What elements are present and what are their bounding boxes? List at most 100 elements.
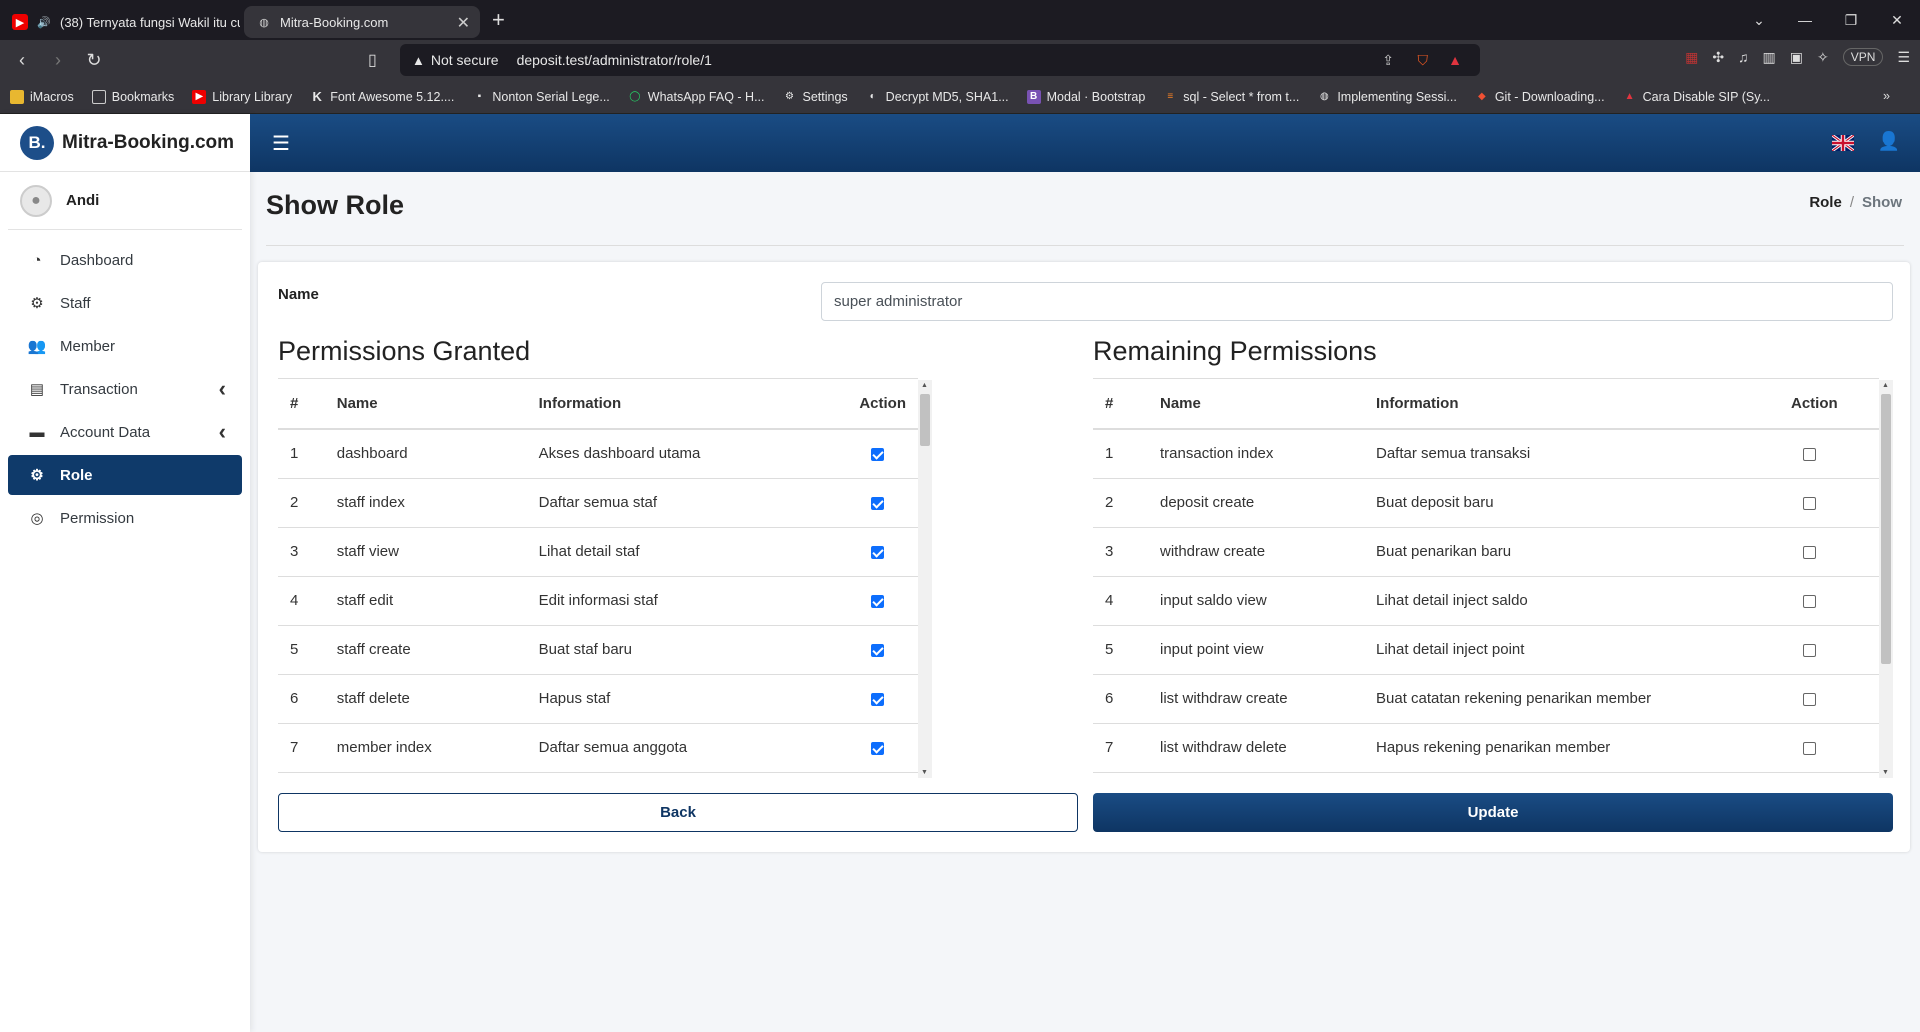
- scroll-down-icon[interactable]: ▼: [1882, 769, 1889, 776]
- permission-checkbox[interactable]: [871, 741, 885, 755]
- permission-checkbox[interactable]: [1803, 496, 1816, 510]
- browser-tab-mitra[interactable]: ◍ Mitra-Booking.com ✕: [244, 6, 480, 38]
- cell-no: 4: [278, 576, 325, 626]
- bookmark-item[interactable]: ▲ Cara Disable SIP (Sy...: [1623, 90, 1770, 104]
- bookmark-item[interactable]: ◆ Git - Downloading...: [1475, 90, 1605, 104]
- permission-checkbox[interactable]: [871, 643, 885, 657]
- remaining-table-wrapper[interactable]: # Name Information Action 1 transaction i…: [1093, 378, 1879, 776]
- sidebar-item-label: Dashboard: [60, 251, 134, 269]
- share-icon[interactable]: ⇪: [1382, 52, 1394, 69]
- brand-name: Mitra-Booking.com: [62, 131, 235, 153]
- permission-checkbox[interactable]: [1803, 741, 1816, 755]
- sidebar-item-dashboard[interactable]: ◔ Dashboard: [8, 240, 242, 280]
- bookmark-item[interactable]: ⚙ Settings: [783, 90, 848, 104]
- scroll-thumb[interactable]: [1881, 394, 1891, 664]
- close-tab-icon[interactable]: ✕: [457, 13, 470, 33]
- permission-checkbox[interactable]: [871, 692, 885, 706]
- bookmark-item[interactable]: Bookmarks: [91, 89, 174, 104]
- reload-icon[interactable]: ↻: [80, 50, 108, 71]
- scroll-up-icon[interactable]: ▲: [921, 382, 928, 389]
- bookmark-item[interactable]: ▶ Library Library: [192, 89, 292, 104]
- leo-icon[interactable]: ✧: [1817, 49, 1829, 66]
- minimize-icon[interactable]: —: [1782, 12, 1828, 28]
- cell-info: Hapus staf: [526, 674, 848, 724]
- sidebar-item-transaction[interactable]: ▤ Transaction ‹: [8, 369, 242, 409]
- granted-scrollbar[interactable]: ▲ ▼: [918, 380, 932, 778]
- permission-checkbox[interactable]: [871, 594, 885, 608]
- scroll-down-icon[interactable]: ▼: [921, 769, 928, 776]
- brave-rewards-icon[interactable]: ▲: [1448, 52, 1462, 68]
- table-row: 4 input saldo view Lihat detail inject sal…: [1093, 576, 1879, 626]
- permission-checkbox[interactable]: [871, 496, 885, 510]
- wallet-icon[interactable]: ▣: [1790, 49, 1803, 66]
- music-icon[interactable]: ♫: [1738, 49, 1749, 65]
- bookmark-item[interactable]: K Font Awesome 5.12....: [310, 89, 454, 104]
- remaining-scrollbar[interactable]: ▲ ▼: [1879, 380, 1893, 778]
- permission-checkbox[interactable]: [871, 447, 885, 461]
- forward-arrow-icon[interactable]: ›: [44, 50, 72, 71]
- brave-shield-icon[interactable]: ⛉: [1418, 52, 1429, 69]
- cell-name: staff edit: [324, 576, 527, 626]
- bookmark-item[interactable]: ▪ Nonton Serial Lege...: [472, 90, 610, 104]
- extension-icon[interactable]: ▦: [1685, 49, 1698, 66]
- security-label[interactable]: Not secure: [431, 52, 499, 68]
- bookmark-item[interactable]: B Modal · Bootstrap: [1026, 89, 1145, 104]
- granted-table-wrapper[interactable]: # Name Information Action 1 dashboard Akse…: [278, 378, 918, 776]
- table-row: 2 staff index Daftar semua staf: [278, 478, 918, 528]
- chevron-left-icon[interactable]: ‹: [219, 376, 226, 402]
- bookmark-icon[interactable]: ▯: [368, 50, 377, 70]
- vpn-button[interactable]: VPN: [1842, 48, 1884, 66]
- user-icon[interactable]: 👤: [1878, 131, 1900, 152]
- table-row: 4 staff edit Edit informasi staf: [278, 576, 918, 626]
- role-name-input[interactable]: [821, 282, 1893, 321]
- speaker-icon[interactable]: 🔊: [36, 14, 52, 30]
- permission-checkbox[interactable]: [1803, 594, 1816, 608]
- decrypt-icon: ◐: [869, 91, 876, 102]
- back-button[interactable]: Back: [278, 793, 1078, 832]
- cell-name: input saldo view: [1148, 576, 1364, 626]
- bookmark-item[interactable]: ◐ Decrypt MD5, SHA1...: [866, 90, 1009, 104]
- bookmark-item[interactable]: ◯ WhatsApp FAQ - H...: [628, 90, 764, 104]
- permission-checkbox[interactable]: [1803, 643, 1816, 657]
- sidebar-item-label: Permission: [60, 509, 135, 527]
- close-window-icon[interactable]: ✕: [1874, 12, 1920, 29]
- permission-checkbox[interactable]: [1803, 692, 1816, 706]
- sidebar-item-member[interactable]: 👥 Member: [8, 326, 242, 366]
- new-tab-icon[interactable]: +: [492, 7, 505, 33]
- permission-checkbox[interactable]: [1803, 545, 1816, 559]
- menu-icon[interactable]: ☰: [1897, 49, 1910, 66]
- cell-action: [847, 527, 918, 577]
- scroll-thumb[interactable]: [920, 394, 930, 446]
- tab-search-icon[interactable]: ⌄: [1736, 12, 1782, 29]
- sidebar-item-account-data[interactable]: ▬ Account Data ‹: [8, 412, 242, 452]
- sidebar-item-staff[interactable]: ⚙ Staff: [8, 283, 242, 323]
- sidebar-item-role[interactable]: ⚙ Role: [8, 455, 242, 495]
- url-text[interactable]: deposit.test/administrator/role/1: [517, 52, 712, 68]
- permission-checkbox[interactable]: [1803, 447, 1816, 461]
- hamburger-menu-icon[interactable]: ☰: [272, 131, 290, 156]
- permission-checkbox[interactable]: [871, 545, 885, 559]
- uk-flag-icon[interactable]: [1832, 135, 1854, 151]
- cell-no: 5: [278, 625, 325, 675]
- cell-name: withdraw create: [1148, 527, 1364, 577]
- scroll-up-icon[interactable]: ▲: [1882, 382, 1889, 389]
- restore-icon[interactable]: ❐: [1828, 12, 1874, 29]
- bookmark-item[interactable]: ≡ sql - Select * from t...: [1163, 90, 1299, 104]
- brand[interactable]: B. Mitra-Booking.com: [0, 114, 250, 172]
- more-bookmarks-icon[interactable]: »: [1883, 89, 1890, 103]
- role-card: Name Permissions Granted # Name Informat…: [258, 262, 1910, 852]
- breadcrumb-role[interactable]: Role: [1809, 194, 1842, 211]
- back-arrow-icon[interactable]: ‹: [8, 50, 36, 71]
- cell-no: 4: [1093, 576, 1148, 626]
- cell-action: [1779, 429, 1879, 479]
- update-button[interactable]: Update: [1093, 793, 1893, 832]
- user-panel[interactable]: ● Andi: [8, 172, 242, 230]
- sidebar-item-permission[interactable]: ◎ Permission: [8, 498, 242, 538]
- bookmark-item[interactable]: iMacros: [10, 89, 74, 104]
- chevron-left-icon[interactable]: ‹: [219, 419, 226, 445]
- puzzle-icon[interactable]: ✣: [1712, 49, 1724, 66]
- sidebar-icon[interactable]: ▥: [1763, 49, 1776, 66]
- bookmark-item[interactable]: ◍ Implementing Sessi...: [1317, 90, 1457, 104]
- browser-tab-youtube[interactable]: ▶ 🔊 (38) Ternyata fungsi Wakil itu cu: [0, 6, 240, 38]
- address-bar[interactable]: ▲ Not secure deposit.test/administrator/…: [400, 44, 1480, 76]
